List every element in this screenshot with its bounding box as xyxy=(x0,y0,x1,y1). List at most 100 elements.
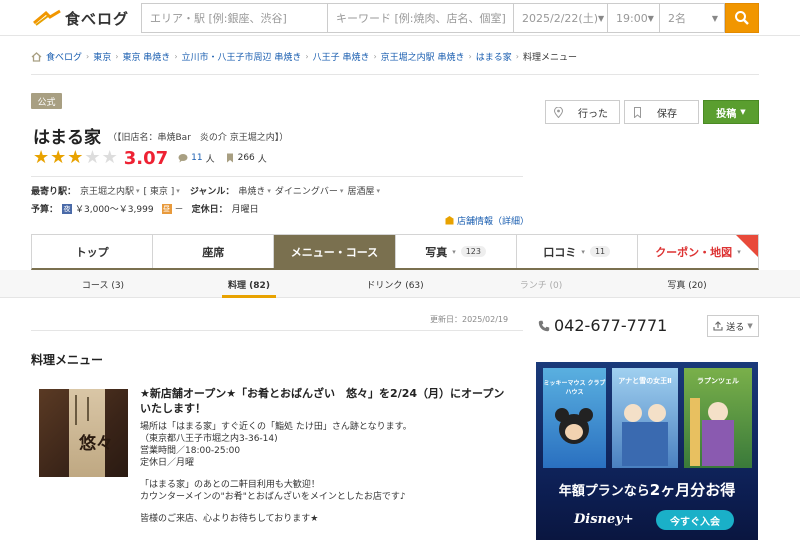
rating-row: ★ ★ ★ ★ ★ 3.07 11 人 266 人 xyxy=(33,148,277,169)
tab-seats[interactable]: 座席 xyxy=(153,235,275,268)
bookmark-icon xyxy=(226,153,233,163)
genre-item[interactable]: ダイニングバー xyxy=(275,184,338,197)
tab-label: トップ xyxy=(75,245,109,259)
ad-copy: 年額プランなら2ヶ月分お得 xyxy=(536,479,758,500)
tab-coupon-map[interactable]: クーポン・地図 ▾ xyxy=(637,235,759,268)
chevron-right-icon: › xyxy=(305,52,309,61)
disney-plus-ad[interactable]: ミッキーマウス クラブハウス アナと雪の女王Ⅱ ラプンツェル 年額プランなら2ヶ… xyxy=(536,362,758,540)
tab-top[interactable]: トップ xyxy=(32,235,154,268)
rating-stars: ★ ★ ★ ★ ★ xyxy=(33,149,118,167)
area-search-input[interactable]: エリア・駅 [例:銀座、渋谷] xyxy=(142,4,328,32)
subtab-drinks[interactable]: ドリンク (63) xyxy=(332,270,458,298)
logo-mark-icon xyxy=(33,9,61,26)
breadcrumb-item[interactable]: 立川市・八王子市周辺 串焼き xyxy=(182,50,302,63)
chevron-right-icon: › xyxy=(115,52,119,61)
breadcrumb-item[interactable]: 食べログ xyxy=(46,50,82,63)
ad-copy-big: 2ヶ月分お得 xyxy=(649,481,736,499)
time-value: 19:00 xyxy=(616,11,648,25)
review-count[interactable]: 11 人 xyxy=(178,152,215,165)
chevron-down-icon: ▾ xyxy=(176,186,180,195)
save-button[interactable]: 保存 xyxy=(624,100,699,124)
went-button[interactable]: 行った xyxy=(545,100,620,124)
chevron-down-icon: ▾ xyxy=(267,186,271,195)
send-button[interactable]: 送る ▼ xyxy=(707,315,759,337)
store-info-link[interactable]: 店舗情報（詳細） xyxy=(445,214,529,227)
tab-count: 123 xyxy=(460,246,486,257)
genre-item[interactable]: 居酒屋 xyxy=(347,184,374,197)
phone-icon xyxy=(538,320,550,331)
search-button[interactable] xyxy=(725,3,759,33)
star-icon: ★ xyxy=(84,147,101,168)
chevron-down-icon: ▼ xyxy=(711,13,718,23)
budget-label: 予算： xyxy=(31,205,59,215)
tab-label: 写真 xyxy=(425,245,448,259)
logo-text: 食べログ xyxy=(65,9,130,28)
star-icon: ★ xyxy=(50,147,67,168)
tab-menu-course[interactable]: メニュー・コース xyxy=(274,235,396,268)
corner-ribbon xyxy=(736,235,759,257)
chevron-down-icon: ▾ xyxy=(136,186,140,195)
subtab-photos[interactable]: 写真 (20) xyxy=(624,270,750,298)
ad-poster: ミッキーマウス クラブハウス xyxy=(543,368,606,468)
chevron-right-icon: › xyxy=(373,52,377,61)
rating-score[interactable]: 3.07 xyxy=(124,148,168,169)
post-button[interactable]: 投稿 ▼ xyxy=(703,100,759,124)
nearest-station-value[interactable]: 京王堀之内駅 xyxy=(80,184,134,197)
chevron-right-icon: › xyxy=(468,52,472,61)
star-icon: ★ xyxy=(33,147,50,168)
chevron-down-icon: ▼ xyxy=(747,322,753,330)
subtab-dishes[interactable]: 料理 (82) xyxy=(186,270,312,298)
disney-plus-logo: Disney+ xyxy=(574,512,634,527)
ad-copy-pre: 年額プランなら xyxy=(558,484,650,499)
send-label: 送る xyxy=(726,322,745,333)
breadcrumb-item[interactable]: 東京 串焼き xyxy=(122,50,170,63)
search-bar: エリア・駅 [例:銀座、渋谷] キーワード [例:焼肉、店名、個室] 2025/… xyxy=(141,3,725,33)
ad-poster: アナと雪の女王Ⅱ xyxy=(612,368,678,468)
phone-number[interactable]: 042-677-7771 xyxy=(538,316,667,335)
breadcrumb: 食べログ › 東京 › 東京 串焼き › 立川市・八王子市周辺 串焼き › 八王子 串焼… xyxy=(31,50,577,63)
chevron-right-icon: › xyxy=(174,52,178,61)
holiday-label: 定休日： xyxy=(191,205,228,215)
area-value[interactable]: [ 東京 ] xyxy=(144,184,175,197)
news-body: 場所は「はまる家」すぐ近くの「鮨処 たけ田」さん跡となります。 （東京都八王子市… xyxy=(140,421,520,525)
chevron-down-icon: ▼ xyxy=(598,13,605,23)
star-icon: ★ xyxy=(101,147,118,168)
breadcrumb-item[interactable]: 東京 xyxy=(93,50,111,63)
save-count-value: 266 xyxy=(237,153,255,163)
news-line: 営業時間／18:00-25:00 xyxy=(140,446,241,456)
divider xyxy=(31,330,523,331)
time-select[interactable]: 19:00 ▼ xyxy=(608,4,660,32)
news-line: 場所は「はまる家」すぐ近くの「鮨処 たけ田」さん跡となります。 xyxy=(140,422,412,432)
chevron-down-icon: ▾ xyxy=(581,247,585,256)
date-value: 2025/2/22(土) xyxy=(522,12,598,25)
store-info-link-label: 店舗情報（詳細） xyxy=(457,217,530,227)
ad-join-button[interactable]: 今すぐ入会 xyxy=(656,510,734,530)
chevron-down-icon: ▼ xyxy=(647,13,654,23)
breadcrumb-item[interactable]: はまる家 xyxy=(476,50,512,63)
breadcrumb-item[interactable]: 八王子 串焼き xyxy=(313,50,370,63)
breadcrumb-item[interactable]: 京王堀之内駅 串焼き xyxy=(381,50,465,63)
store-budget-row: 予算： 夜 ￥3,000～￥3,999 昼 － 定休日： 月曜日 xyxy=(31,202,259,215)
subtab-course[interactable]: コース (3) xyxy=(40,270,166,298)
genre-item[interactable]: 串焼き xyxy=(238,184,265,197)
tabelog-logo[interactable]: 食べログ xyxy=(32,8,129,28)
keyword-search-input[interactable]: キーワード [例:焼肉、店名、個室] xyxy=(328,4,514,32)
people-select[interactable]: 2名 ▼ xyxy=(660,4,724,32)
search-icon xyxy=(735,11,749,25)
news-line: 皆様のご来店、心よりお待ちしております★ xyxy=(140,514,319,524)
poster-title: ラプンツェル xyxy=(697,377,739,385)
tab-reviews[interactable]: 口コミ ▾ 11 xyxy=(516,235,638,268)
official-badge: 公式 xyxy=(31,93,62,109)
divider xyxy=(31,74,759,75)
sub-tabs: コース (3) 料理 (82) ドリンク (63) ランチ (0) 写真 (20… xyxy=(0,270,800,298)
tab-photos[interactable]: 写真 ▾ 123 xyxy=(395,235,517,268)
date-select[interactable]: 2025/2/22(土) ▼ xyxy=(514,4,608,32)
chevron-down-icon: ▾ xyxy=(339,186,344,195)
save-label: 保存 xyxy=(657,108,677,120)
section-title: 料理メニュー xyxy=(31,353,104,367)
shop-sign-photo[interactable]: 悠々 xyxy=(39,389,128,477)
tab-label: 座席 xyxy=(202,245,225,259)
review-count-value: 11 xyxy=(191,153,203,163)
day-icon: 昼 xyxy=(161,203,172,214)
news-line: 定休日／月曜 xyxy=(140,458,195,468)
